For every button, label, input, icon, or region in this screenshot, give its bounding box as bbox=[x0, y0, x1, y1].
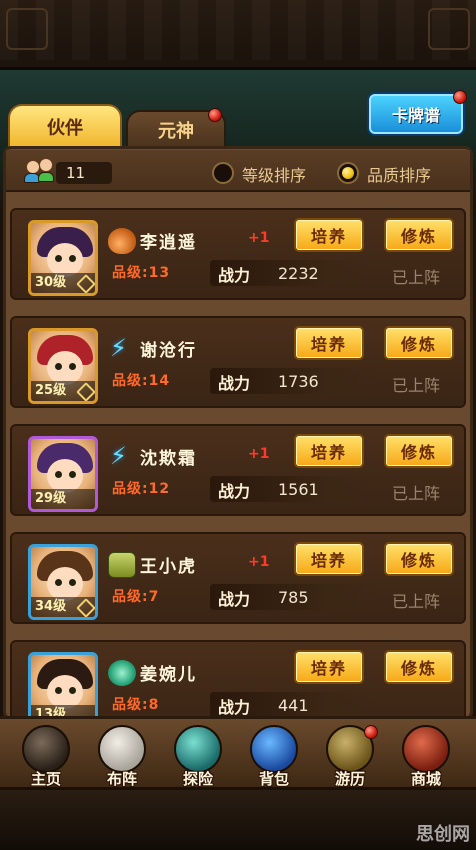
sort-level-label[interactable]: 等级排序 bbox=[242, 162, 306, 186]
lightning-icon bbox=[108, 334, 136, 362]
nav-explore[interactable]: 探险 bbox=[164, 723, 232, 791]
bonus-indicator: +1 bbox=[248, 446, 270, 462]
explore-icon bbox=[174, 725, 222, 773]
nav-explore-label: 探险 bbox=[182, 770, 213, 788]
cultivate-button[interactable]: 修炼 bbox=[384, 326, 454, 360]
card-gallery-label: 卡牌谱 bbox=[391, 106, 440, 125]
partner-portrait[interactable]: 29级 bbox=[28, 436, 98, 512]
nav-backpack-label: 背包 bbox=[258, 770, 289, 788]
deploy-status: 已上阵 bbox=[392, 592, 441, 611]
power-value: 785 bbox=[278, 588, 309, 607]
partner-portrait[interactable]: 13级 bbox=[28, 652, 98, 716]
nav-travel-label: 游历 bbox=[334, 770, 365, 788]
partner-name: 沈欺霜 bbox=[140, 449, 197, 469]
train-button[interactable]: 培养 bbox=[294, 218, 364, 252]
power-label: 战力 bbox=[218, 374, 251, 393]
partner-count: 11 bbox=[56, 162, 112, 184]
formation-icon bbox=[98, 725, 146, 773]
cultivate-button[interactable]: 修炼 bbox=[384, 650, 454, 684]
partner-name: 王小虎 bbox=[140, 557, 197, 577]
nav-shop[interactable]: 商城 bbox=[392, 723, 460, 791]
partner-row[interactable]: 30级 李逍遥 +1 品级:13 战力 2232 已上阵 培养 修炼 bbox=[10, 208, 466, 300]
backpack-icon bbox=[250, 725, 298, 773]
tab-partners-label: 伙伴 bbox=[47, 118, 83, 139]
nav-home[interactable]: 主页 bbox=[12, 723, 80, 791]
watermark: 思创网 bbox=[416, 824, 470, 845]
cultivate-button[interactable]: 修炼 bbox=[384, 434, 454, 468]
nav-shop-label: 商城 bbox=[410, 770, 441, 788]
deploy-status: 已上阵 bbox=[392, 268, 441, 287]
card-gallery-button[interactable]: 卡牌谱 bbox=[367, 90, 467, 136]
power-label: 战力 bbox=[218, 266, 251, 285]
power-label: 战力 bbox=[218, 590, 251, 609]
partner-name: 李逍遥 bbox=[140, 233, 197, 253]
nav-formation-label: 布阵 bbox=[106, 770, 137, 788]
train-button[interactable]: 培养 bbox=[294, 434, 364, 468]
sort-quality-label[interactable]: 品质排序 bbox=[367, 162, 431, 186]
bottom-nav: 主页 布阵 探险 背包 游历 商城 bbox=[0, 716, 476, 790]
partner-grade: 品级:13 bbox=[112, 265, 171, 281]
top-frame-pattern bbox=[0, 0, 476, 60]
bonus-indicator: +1 bbox=[248, 554, 270, 570]
partners-count-icon bbox=[24, 158, 56, 186]
partner-portrait[interactable]: 30级 bbox=[28, 220, 98, 296]
top-frame bbox=[0, 0, 476, 70]
partner-portrait[interactable]: 25级 bbox=[28, 328, 98, 404]
nav-home-label: 主页 bbox=[30, 770, 61, 788]
wind-icon bbox=[108, 660, 136, 686]
lightning-icon bbox=[108, 442, 136, 470]
partner-list[interactable]: 30级 李逍遥 +1 品级:13 战力 2232 已上阵 培养 修炼 25级 谢… bbox=[6, 196, 470, 716]
bottom-frame: 思创网 bbox=[0, 790, 476, 850]
deploy-status: 已上阵 bbox=[392, 376, 441, 395]
partner-level: 29级 bbox=[31, 489, 95, 509]
partner-grade: 品级:8 bbox=[112, 697, 160, 713]
partner-name: 姜婉儿 bbox=[140, 665, 197, 685]
partner-row[interactable]: 29级 沈欺霜 +1 品级:12 战力 1561 已上阵 培养 修炼 bbox=[10, 424, 466, 516]
notification-dot-icon bbox=[208, 108, 222, 122]
nav-travel[interactable]: 游历 bbox=[316, 723, 384, 791]
partner-grade: 品级:12 bbox=[112, 481, 171, 497]
power-value: 1561 bbox=[278, 480, 319, 499]
cultivate-button[interactable]: 修炼 bbox=[384, 542, 454, 576]
partner-row[interactable]: 13级 姜婉儿 品级:8 战力 441 培养 修炼 bbox=[10, 640, 466, 716]
deploy-status: 已上阵 bbox=[392, 484, 441, 503]
cultivate-button[interactable]: 修炼 bbox=[384, 218, 454, 252]
corner-ornament-right bbox=[428, 8, 470, 50]
train-button[interactable]: 培养 bbox=[294, 326, 364, 360]
bonus-indicator: +1 bbox=[248, 230, 270, 246]
partner-row[interactable]: 25级 谢沧行 品级:14 战力 1736 已上阵 培养 修炼 bbox=[10, 316, 466, 408]
power-value: 1736 bbox=[278, 372, 319, 391]
train-button[interactable]: 培养 bbox=[294, 650, 364, 684]
partner-grade: 品级:14 bbox=[112, 373, 171, 389]
partner-level: 13级 bbox=[31, 705, 95, 716]
sort-quality-radio[interactable] bbox=[337, 162, 359, 184]
power-label: 战力 bbox=[218, 482, 251, 501]
partner-row[interactable]: 34级 王小虎 +1 品级:7 战力 785 已上阵 培养 修炼 bbox=[10, 532, 466, 624]
sort-level-radio[interactable] bbox=[212, 162, 234, 184]
corner-ornament-left bbox=[6, 8, 48, 50]
notification-dot-icon bbox=[364, 725, 378, 739]
shop-icon bbox=[402, 725, 450, 773]
notification-dot-icon bbox=[453, 90, 467, 104]
partner-name: 谢沧行 bbox=[140, 341, 197, 361]
nav-backpack[interactable]: 背包 bbox=[240, 723, 308, 791]
home-icon bbox=[22, 725, 70, 773]
partner-grade: 品级:7 bbox=[112, 589, 160, 605]
train-button[interactable]: 培养 bbox=[294, 542, 364, 576]
power-label: 战力 bbox=[218, 698, 251, 716]
power-value: 2232 bbox=[278, 264, 319, 283]
partner-portrait[interactable]: 34级 bbox=[28, 544, 98, 620]
earth-icon bbox=[108, 552, 136, 578]
gourd-icon bbox=[108, 228, 136, 254]
tab-partners[interactable]: 伙伴 bbox=[8, 104, 122, 148]
tab-spirit[interactable]: 元神 bbox=[126, 108, 226, 148]
tab-spirit-label: 元神 bbox=[158, 121, 194, 142]
nav-formation[interactable]: 布阵 bbox=[88, 723, 156, 791]
power-value: 441 bbox=[278, 696, 309, 715]
